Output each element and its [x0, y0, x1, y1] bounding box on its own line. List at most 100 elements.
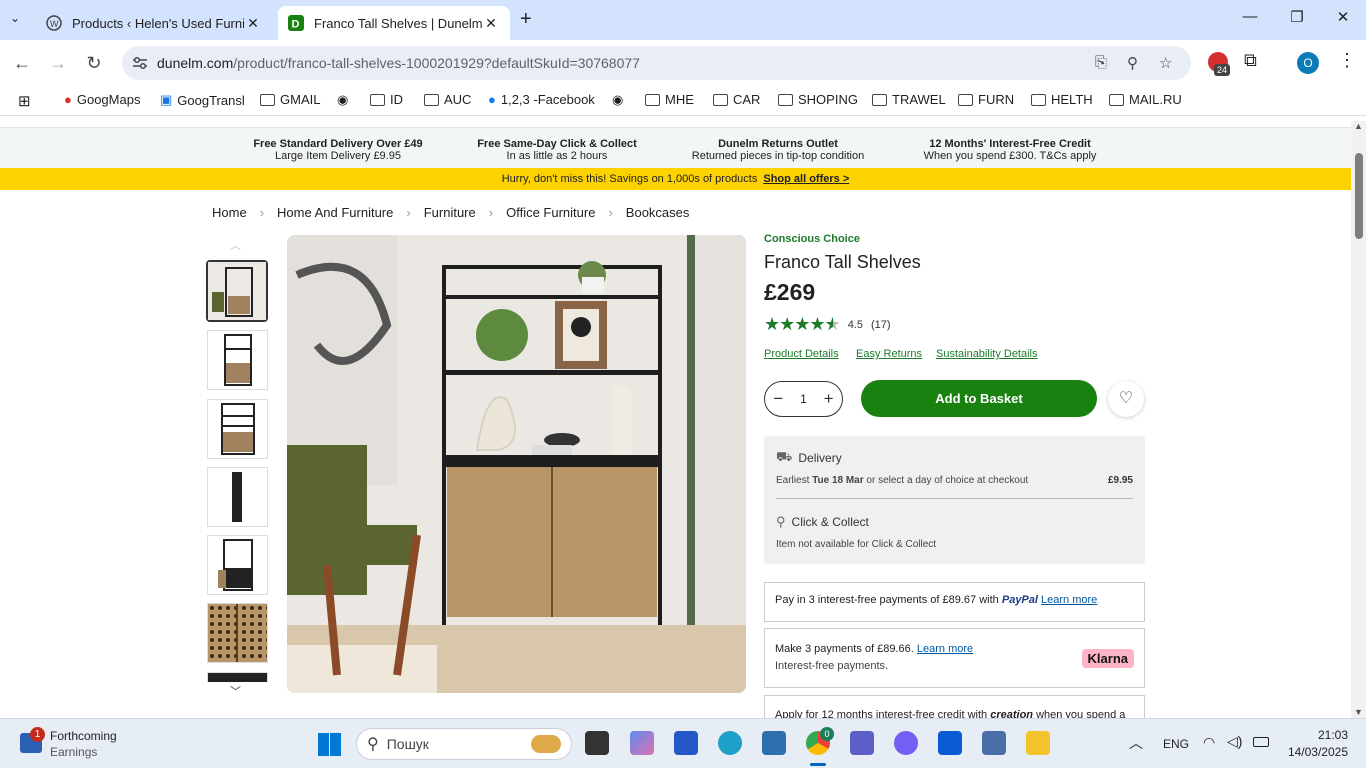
thumbnail-7[interactable]: [207, 672, 268, 682]
thumbnail-4[interactable]: [207, 467, 268, 527]
product-details-link[interactable]: Product Details: [764, 348, 839, 360]
bookmark-globe[interactable]: ◉: [337, 92, 348, 108]
task-view-icon[interactable]: [585, 731, 609, 755]
clock-date[interactable]: 14/03/2025: [1288, 745, 1348, 759]
thumbnail-2[interactable]: [207, 330, 268, 390]
sustainability-details-link[interactable]: Sustainability Details: [936, 348, 1038, 360]
wishlist-heart-icon[interactable]: ♡: [1108, 381, 1144, 417]
product-rating[interactable]: ★★★★★ 4.5 (17): [764, 314, 891, 335]
app-icon[interactable]: [762, 731, 786, 755]
chevron-right-icon: ›: [259, 205, 265, 220]
breadcrumb-office-furniture[interactable]: Office Furniture: [506, 205, 595, 220]
product-title: Franco Tall Shelves: [764, 252, 921, 272]
usp-delivery[interactable]: Free Standard Delivery Over £49 Large Ite…: [250, 138, 426, 162]
click-collect-heading: ⚲ Click & Collect: [776, 514, 869, 529]
apps-grid-icon[interactable]: ⊞: [18, 92, 31, 110]
bookmark-globe-2[interactable]: ◉: [612, 92, 623, 108]
thumbnail-1[interactable]: [206, 260, 268, 322]
browser-toolbar: ← → ↻ dunelm.com/product/franco-tall-she…: [0, 40, 1366, 86]
bookmark-furn[interactable]: FURN: [958, 92, 1014, 107]
folder-icon: [370, 93, 385, 106]
malwarebytes-icon[interactable]: [938, 731, 962, 755]
main-product-image[interactable]: [287, 235, 746, 693]
bookmark-googmaps[interactable]: ● GoogMaps: [64, 92, 140, 107]
close-tab-icon[interactable]: ✕: [482, 15, 500, 32]
back-icon[interactable]: ←: [9, 50, 35, 76]
extensions-puzzle-icon[interactable]: ⧉: [1244, 50, 1257, 71]
add-to-basket-button[interactable]: Add to Basket: [861, 380, 1097, 417]
scroll-down-arrow-icon[interactable]: ▼: [1354, 707, 1363, 717]
reload-icon[interactable]: ↻: [81, 50, 107, 76]
edge-icon[interactable]: [718, 731, 742, 755]
bookmark-mhe[interactable]: MHE: [645, 92, 694, 107]
tab-helens-products[interactable]: W Products ‹ Helen's Used Furnitu ✕: [36, 6, 272, 40]
thumbnail-6[interactable]: [207, 603, 268, 663]
bookmark-car[interactable]: CAR: [713, 92, 760, 107]
bookmark-mailru[interactable]: MAIL.RU: [1109, 92, 1182, 107]
taskbar-search-input[interactable]: ⚲ Пошук: [356, 728, 572, 760]
zoom-icon[interactable]: ⚲: [1127, 54, 1138, 72]
tab-dunelm[interactable]: D Franco Tall Shelves | Dunelm ✕: [278, 6, 510, 40]
calculator-icon[interactable]: [982, 731, 1006, 755]
bookmark-facebook[interactable]: ● 1,2,3 -Facebook: [488, 92, 595, 107]
klarna-learn-more-link[interactable]: Learn more: [917, 643, 973, 655]
browser-tab-strip: ⌄ W Products ‹ Helen's Used Furnitu ✕ D …: [0, 0, 1366, 40]
close-window-icon[interactable]: ✕: [1328, 8, 1358, 26]
scroll-up-arrow-icon[interactable]: ▲: [1354, 121, 1363, 131]
shop-offers-link[interactable]: Shop all offers >: [763, 173, 849, 185]
notes-app-icon[interactable]: [674, 731, 698, 755]
page-scrollbar[interactable]: ▲ ▼: [1351, 121, 1366, 718]
bookmark-gmail[interactable]: GMAIL: [260, 92, 320, 107]
translate-icon[interactable]: ⎘: [1095, 54, 1107, 71]
usp-credit[interactable]: 12 Months' Interest-Free Credit When you …: [916, 138, 1104, 162]
conscious-choice-badge[interactable]: Conscious Choice: [764, 233, 860, 245]
wifi-icon[interactable]: ◠: [1203, 734, 1215, 751]
tab-search-icon[interactable]: ⌄: [10, 11, 20, 25]
breadcrumb-home-furniture[interactable]: Home And Furniture: [277, 205, 393, 220]
thumb-scroll-down-icon[interactable]: ﹀: [230, 683, 241, 699]
teams-icon[interactable]: [850, 731, 874, 755]
klarna-offer: Make 3 payments of £89.66. Learn more In…: [764, 628, 1145, 688]
site-info-icon[interactable]: [132, 56, 148, 70]
scrollbar-thumb[interactable]: [1355, 153, 1363, 239]
language-indicator[interactable]: ENG: [1163, 737, 1189, 751]
close-tab-icon[interactable]: ✕: [244, 15, 262, 32]
bookmark-shoping[interactable]: SHOPING: [778, 92, 858, 107]
volume-icon[interactable]: ◁): [1227, 733, 1242, 750]
bookmark-star-icon[interactable]: ☆: [1159, 54, 1172, 72]
minimize-icon[interactable]: —: [1235, 8, 1265, 25]
breadcrumb-bookcases[interactable]: Bookcases: [626, 205, 690, 220]
easy-returns-link[interactable]: Easy Returns: [856, 348, 922, 360]
bookmark-trawel[interactable]: TRAWEL: [872, 92, 946, 107]
bookmark-id[interactable]: ID: [370, 92, 403, 107]
profile-avatar[interactable]: O: [1297, 52, 1319, 74]
clock-time[interactable]: 21:03: [1318, 728, 1348, 742]
copilot-icon[interactable]: [630, 731, 654, 755]
new-tab-icon[interactable]: +: [520, 8, 532, 31]
bookmark-helth[interactable]: HELTH: [1031, 92, 1093, 107]
bookmark-googtransl[interactable]: ▣ GoogTransl: [160, 92, 245, 108]
thumbnail-5[interactable]: [207, 535, 268, 595]
address-bar[interactable]: dunelm.com/product/franco-tall-shelves-1…: [122, 46, 1191, 80]
thumbnail-3[interactable]: [207, 399, 268, 459]
tray-chevron-icon[interactable]: ︿: [1129, 733, 1143, 753]
breadcrumb-home[interactable]: Home: [212, 205, 247, 220]
file-explorer-icon[interactable]: [1026, 731, 1050, 755]
breadcrumb-furniture[interactable]: Furniture: [424, 205, 476, 220]
paypal-learn-more-link[interactable]: Learn more: [1041, 594, 1097, 606]
thumb-scroll-up-icon[interactable]: ︿: [230, 237, 241, 253]
plus-icon[interactable]: +: [824, 389, 834, 409]
menu-kebab-icon[interactable]: ⋮: [1338, 50, 1356, 71]
battery-icon[interactable]: [1253, 737, 1269, 747]
viber-icon[interactable]: [894, 731, 918, 755]
quantity-value[interactable]: 1: [800, 392, 807, 406]
minus-icon[interactable]: −: [773, 389, 783, 409]
bookmark-auc[interactable]: AUC: [424, 92, 471, 107]
usp-click-collect[interactable]: Free Same-Day Click & Collect In as littl…: [470, 138, 644, 162]
usp-returns-outlet[interactable]: Dunelm Returns Outlet Returned pieces in …: [688, 138, 868, 162]
widget-title[interactable]: Forthcoming: [50, 729, 117, 743]
maximize-icon[interactable]: ❐: [1282, 8, 1312, 26]
folder-icon: [1109, 93, 1124, 106]
forward-icon[interactable]: →: [45, 50, 71, 76]
windows-start-icon[interactable]: [318, 733, 341, 756]
